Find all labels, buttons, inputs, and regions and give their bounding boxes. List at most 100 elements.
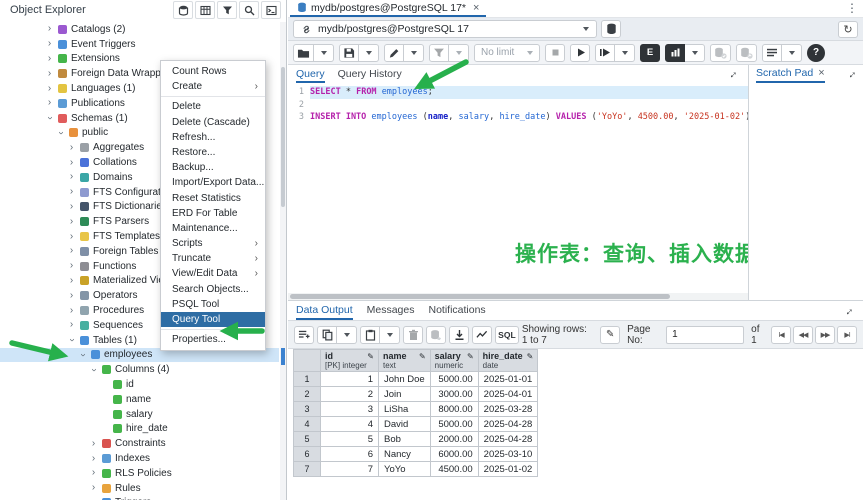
- cell-id[interactable]: 1: [320, 371, 379, 387]
- macros-dropdown[interactable]: [782, 43, 802, 62]
- cell-name[interactable]: LiSha: [378, 401, 431, 417]
- filter-dropdown[interactable]: [449, 43, 469, 62]
- row-number-cell[interactable]: 2: [293, 386, 321, 402]
- menu-item-properties[interactable]: Properties...: [161, 332, 265, 347]
- cell-hire-date[interactable]: 2025-04-28: [477, 431, 539, 447]
- search-icon[interactable]: [239, 1, 259, 19]
- cell-id[interactable]: 7: [320, 461, 379, 477]
- tree-item-rules[interactable]: › Rules: [0, 481, 279, 496]
- column-header-name[interactable]: name ✎ text: [378, 349, 431, 372]
- menu-item-erd-for-table[interactable]: ERD For Table: [161, 206, 265, 221]
- editor-horizontal-scrollbar[interactable]: [288, 293, 748, 300]
- copy-dropdown[interactable]: [337, 325, 357, 344]
- row-number-cell[interactable]: 1: [293, 371, 321, 387]
- row-limit-select[interactable]: No limit: [474, 43, 540, 62]
- tree-chevron-icon[interactable]: ›: [67, 275, 76, 286]
- column-header-id[interactable]: id ✎ [PK] integer: [320, 349, 379, 372]
- tree-item-rls-policies[interactable]: › RLS Policies: [0, 466, 279, 481]
- tree-item-hire-date[interactable]: ›hire_date: [0, 422, 279, 437]
- cell-name[interactable]: Bob: [378, 431, 431, 447]
- menu-item-refresh[interactable]: Refresh...: [161, 130, 265, 145]
- cell-name[interactable]: John Doe: [378, 371, 431, 387]
- tree-chevron-icon[interactable]: ›: [89, 453, 98, 464]
- menu-item-delete-cascade[interactable]: Delete (Cascade): [161, 115, 265, 130]
- tree-chevron-icon[interactable]: ›: [67, 320, 76, 330]
- tree-chevron-icon[interactable]: ›: [67, 290, 76, 301]
- menu-item-search-objects[interactable]: Search Objects...: [161, 282, 265, 297]
- macros-button[interactable]: [762, 43, 782, 62]
- tree-item-id[interactable]: ›id: [0, 377, 279, 392]
- open-file-dropdown[interactable]: [314, 43, 334, 62]
- row-number-cell[interactable]: 7: [293, 461, 321, 477]
- cell-name[interactable]: Nancy: [378, 446, 431, 462]
- cell-hire-date[interactable]: 2025-04-28: [477, 416, 539, 432]
- close-icon[interactable]: ×: [473, 2, 479, 14]
- tree-chevron-icon[interactable]: ›: [45, 53, 54, 64]
- filter-icon[interactable]: [217, 1, 237, 19]
- menu-item-psql-tool[interactable]: PSQL Tool: [161, 297, 265, 312]
- scratch-pad-body[interactable]: [749, 83, 863, 300]
- row-number-cell[interactable]: 3: [293, 401, 321, 417]
- editor-scrollbar-thumb[interactable]: [290, 294, 670, 299]
- cell-salary[interactable]: 5000.00: [429, 371, 479, 387]
- menu-item-import-export-data[interactable]: Import/Export Data...: [161, 175, 265, 190]
- menu-item-scripts[interactable]: Scripts ›: [161, 236, 265, 251]
- tab-query[interactable]: Query: [296, 65, 325, 83]
- tree-chevron-icon[interactable]: ›: [67, 201, 76, 212]
- save-data-button[interactable]: [426, 325, 446, 344]
- database-sync-icon[interactable]: [173, 1, 193, 19]
- tree-chevron-icon[interactable]: ›: [45, 39, 54, 49]
- help-icon[interactable]: ?: [807, 43, 825, 62]
- scratch-pad-tab[interactable]: Scratch Pad ×: [756, 65, 825, 83]
- tree-chevron-icon[interactable]: ›: [89, 438, 98, 449]
- menu-item-restore[interactable]: Restore...: [161, 145, 265, 160]
- tree-item-constraints[interactable]: › Constraints: [0, 436, 279, 451]
- menu-item-create[interactable]: Create ›: [161, 79, 265, 94]
- menu-item-truncate[interactable]: Truncate ›: [161, 251, 265, 266]
- stop-button[interactable]: [545, 43, 565, 62]
- column-header-salary[interactable]: salary ✎ numeric: [429, 349, 479, 372]
- page-number-input[interactable]: [666, 325, 745, 344]
- cell-name[interactable]: David: [378, 416, 431, 432]
- next-page-button[interactable]: ▶▶: [814, 325, 835, 344]
- menu-item-backup[interactable]: Backup...: [161, 160, 265, 175]
- menu-item-count-rows[interactable]: Count Rows: [161, 64, 265, 79]
- pencil-icon[interactable]: ✎: [419, 352, 426, 361]
- tree-chevron-icon[interactable]: ›: [78, 350, 89, 359]
- menu-item-view-edit-data[interactable]: View/Edit Data ›: [161, 266, 265, 281]
- new-connection-button[interactable]: [601, 20, 621, 38]
- cell-id[interactable]: 3: [320, 401, 379, 417]
- pencil-icon[interactable]: ✎: [367, 352, 374, 361]
- explain-button[interactable]: E: [640, 43, 660, 62]
- cell-name[interactable]: Join: [378, 386, 431, 402]
- rollback-button[interactable]: [736, 43, 757, 62]
- cell-hire-date[interactable]: 2025-04-01: [477, 386, 539, 402]
- tree-chevron-icon[interactable]: ›: [67, 187, 76, 197]
- explain-analyze-button[interactable]: [665, 43, 685, 62]
- tree-chevron-icon[interactable]: ›: [45, 68, 54, 79]
- cell-id[interactable]: 5: [320, 431, 379, 447]
- paste-button[interactable]: [360, 325, 380, 344]
- tree-chevron-icon[interactable]: ›: [67, 305, 76, 316]
- menu-item-reset-statistics[interactable]: Reset Statistics: [161, 191, 265, 206]
- row-number-cell[interactable]: 4: [293, 416, 321, 432]
- paste-dropdown[interactable]: [380, 325, 400, 344]
- tree-chevron-icon[interactable]: ›: [45, 83, 54, 94]
- copy-button[interactable]: [317, 325, 337, 344]
- tree-chevron-icon[interactable]: ›: [67, 216, 76, 227]
- execute-options-button[interactable]: [595, 43, 615, 62]
- cell-id[interactable]: 4: [320, 416, 379, 432]
- edit-range-button[interactable]: ✎: [600, 325, 621, 344]
- visualize-data-button[interactable]: [472, 325, 492, 344]
- tab-notifications[interactable]: Notifications: [428, 301, 485, 320]
- tree-item-columns-4[interactable]: › Columns (4): [0, 362, 279, 377]
- tree-chevron-icon[interactable]: ›: [45, 24, 54, 34]
- expand-panel-icon[interactable]: ↔: [724, 66, 740, 82]
- filter-button[interactable]: [429, 43, 449, 62]
- cell-salary[interactable]: 2000.00: [429, 431, 479, 447]
- expand-panel-icon[interactable]: ↔: [840, 302, 856, 318]
- terminal-icon[interactable]: [261, 1, 281, 19]
- row-number-cell[interactable]: 6: [293, 446, 321, 462]
- explain-analyze-dropdown[interactable]: [685, 43, 705, 62]
- tree-chevron-icon[interactable]: ›: [56, 128, 67, 137]
